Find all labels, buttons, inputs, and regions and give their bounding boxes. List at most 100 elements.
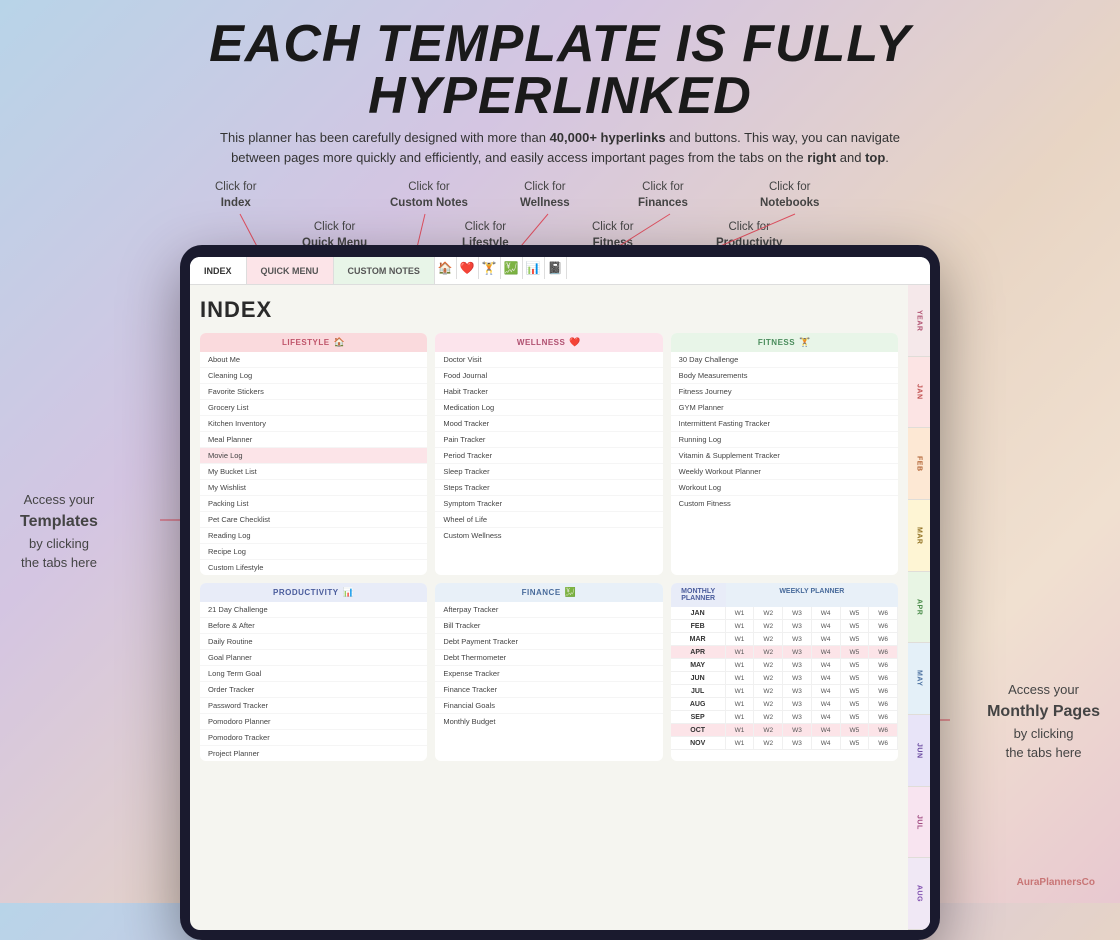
finance-item[interactable]: Debt Thermometer [435, 650, 662, 666]
productivity-item[interactable]: Pomodoro Planner [200, 714, 427, 730]
fitness-item[interactable]: Workout Log [671, 480, 898, 496]
wellness-item[interactable]: Habit Tracker [435, 384, 662, 400]
month-jun[interactable]: JUN [671, 672, 726, 684]
planner-row[interactable]: AUG W1W2W3W4W5W6 [671, 698, 898, 711]
month-aug[interactable]: AUG [671, 698, 726, 710]
week-w6[interactable]: W6 [869, 607, 898, 619]
finance-item[interactable]: Monthly Budget [435, 714, 662, 729]
lifestyle-item[interactable]: Grocery List [200, 400, 427, 416]
week-w3[interactable]: W3 [783, 607, 812, 619]
finance-item[interactable]: Debt Payment Tracker [435, 634, 662, 650]
planner-row[interactable]: MAY W1W2W3W4W5W6 [671, 659, 898, 672]
wellness-item[interactable]: Custom Wellness [435, 528, 662, 543]
planner-row[interactable]: JUL W1W2W3W4W5W6 [671, 685, 898, 698]
wellness-item[interactable]: Sleep Tracker [435, 464, 662, 480]
fitness-item[interactable]: Body Measurements [671, 368, 898, 384]
productivity-item[interactable]: Pomodoro Tracker [200, 730, 427, 746]
fitness-item[interactable]: 30 Day Challenge [671, 352, 898, 368]
wellness-item[interactable]: Pain Tracker [435, 432, 662, 448]
tab-productivity-icon[interactable]: 📊 [523, 257, 545, 279]
wellness-item[interactable]: Symptom Tracker [435, 496, 662, 512]
right-tab-mar[interactable]: MAR [908, 500, 930, 572]
tab-quick-menu[interactable]: QUICK MENU [247, 257, 334, 284]
right-tab-year[interactable]: YEAR [908, 285, 930, 357]
tab-finances-icon[interactable]: 💹 [501, 257, 523, 279]
month-apr[interactable]: APR [671, 646, 726, 658]
week-w4[interactable]: W4 [812, 607, 841, 619]
productivity-item[interactable]: Project Planner [200, 746, 427, 761]
productivity-item[interactable]: Password Tracker [200, 698, 427, 714]
lifestyle-item[interactable]: Kitchen Inventory [200, 416, 427, 432]
finance-item[interactable]: Financial Goals [435, 698, 662, 714]
right-tab-jun[interactable]: JUN [908, 715, 930, 787]
lifestyle-item[interactable]: Cleaning Log [200, 368, 427, 384]
week-w2[interactable]: W2 [754, 607, 783, 619]
planner-row[interactable]: JAN W1 W2 W3 W4 W5 W6 [671, 607, 898, 620]
fitness-item[interactable]: Fitness Journey [671, 384, 898, 400]
tab-notebooks-icon[interactable]: 📓 [545, 257, 567, 279]
lifestyle-item[interactable]: Favorite Stickers [200, 384, 427, 400]
planner-row[interactable]: SEP W1W2W3W4W5W6 [671, 711, 898, 724]
planner-row[interactable]: NOV W1W2W3W4W5W6 [671, 737, 898, 750]
lifestyle-item[interactable]: Meal Planner [200, 432, 427, 448]
month-nov[interactable]: NOV [671, 737, 726, 749]
week-w1[interactable]: W1 [726, 607, 755, 619]
fitness-item[interactable]: Vitamin & Supplement Tracker [671, 448, 898, 464]
lifestyle-item-movie-log[interactable]: Movie Log [200, 448, 427, 464]
right-tab-may[interactable]: MAY [908, 643, 930, 715]
month-mar[interactable]: MAR [671, 633, 726, 645]
productivity-item[interactable]: Long Term Goal [200, 666, 427, 682]
right-tab-jul[interactable]: JUL [908, 787, 930, 859]
productivity-item[interactable]: 21 Day Challenge [200, 602, 427, 618]
finance-item[interactable]: Expense Tracker [435, 666, 662, 682]
lifestyle-item[interactable]: Recipe Log [200, 544, 427, 560]
month-feb[interactable]: FEB [671, 620, 726, 632]
tab-bar[interactable]: INDEX QUICK MENU CUSTOM NOTES 🏠 ❤️ 🏋️ 💹 … [190, 257, 930, 285]
fitness-item[interactable]: Intermittent Fasting Tracker [671, 416, 898, 432]
tab-fitness-icon[interactable]: 🏋️ [479, 257, 501, 279]
planner-row[interactable]: FEB W1W2W3W4W5W6 [671, 620, 898, 633]
wellness-item[interactable]: Medication Log [435, 400, 662, 416]
wellness-item[interactable]: Mood Tracker [435, 416, 662, 432]
right-tab-feb[interactable]: FEB [908, 428, 930, 500]
tab-custom-notes[interactable]: CUSTOM NOTES [334, 257, 435, 284]
tab-wellness-icon[interactable]: ❤️ [457, 257, 479, 279]
month-oct[interactable]: OCT [671, 724, 726, 736]
lifestyle-item[interactable]: Reading Log [200, 528, 427, 544]
right-tab-apr[interactable]: APR [908, 572, 930, 644]
finance-item[interactable]: Finance Tracker [435, 682, 662, 698]
finance-item[interactable]: Bill Tracker [435, 618, 662, 634]
wellness-item[interactable]: Steps Tracker [435, 480, 662, 496]
planner-row[interactable]: APR W1W2W3W4W5W6 [671, 646, 898, 659]
fitness-item[interactable]: GYM Planner [671, 400, 898, 416]
productivity-item[interactable]: Daily Routine [200, 634, 427, 650]
right-tab-jan[interactable]: JAN [908, 357, 930, 429]
right-tab-aug[interactable]: AUG [908, 858, 930, 930]
finance-item[interactable]: Afterpay Tracker [435, 602, 662, 618]
productivity-item[interactable]: Before & After [200, 618, 427, 634]
fitness-item[interactable]: Weekly Workout Planner [671, 464, 898, 480]
lifestyle-item[interactable]: Packing List [200, 496, 427, 512]
wellness-item[interactable]: Wheel of Life [435, 512, 662, 528]
lifestyle-item[interactable]: Custom Lifestyle [200, 560, 427, 575]
month-jan[interactable]: JAN [671, 607, 726, 619]
planner-row[interactable]: JUN W1W2W3W4W5W6 [671, 672, 898, 685]
tab-index[interactable]: INDEX [190, 257, 247, 284]
fitness-item[interactable]: Running Log [671, 432, 898, 448]
planner-row[interactable]: MAR W1W2W3W4W5W6 [671, 633, 898, 646]
lifestyle-item[interactable]: My Wishlist [200, 480, 427, 496]
month-jul[interactable]: JUL [671, 685, 726, 697]
week-w5[interactable]: W5 [841, 607, 870, 619]
fitness-item[interactable]: Custom Fitness [671, 496, 898, 511]
wellness-item[interactable]: Doctor Visit [435, 352, 662, 368]
lifestyle-item[interactable]: About Me [200, 352, 427, 368]
lifestyle-item[interactable]: My Bucket List [200, 464, 427, 480]
month-may[interactable]: MAY [671, 659, 726, 671]
tab-lifestyle-icon[interactable]: 🏠 [435, 257, 457, 279]
month-sep[interactable]: SEP [671, 711, 726, 723]
productivity-item[interactable]: Order Tracker [200, 682, 427, 698]
planner-row[interactable]: OCT W1W2W3W4W5W6 [671, 724, 898, 737]
wellness-item[interactable]: Period Tracker [435, 448, 662, 464]
wellness-item[interactable]: Food Journal [435, 368, 662, 384]
lifestyle-item[interactable]: Pet Care Checklist [200, 512, 427, 528]
